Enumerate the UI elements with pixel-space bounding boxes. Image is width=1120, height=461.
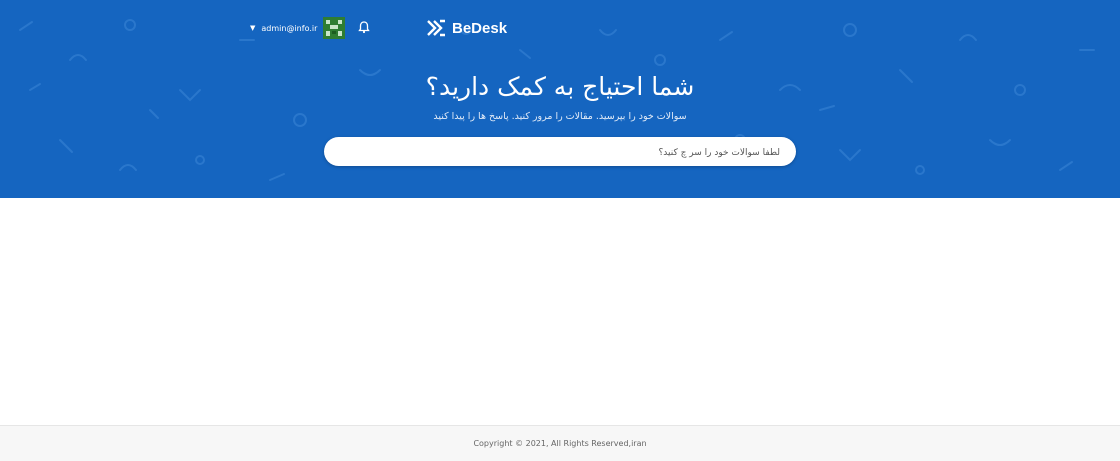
logo-icon <box>427 19 445 37</box>
hero-banner: ▼ admin@info.ir BeDesk شما احتیاج به کمک… <box>0 0 1120 198</box>
page-title: شما احتیاج به کمک دارید؟ <box>425 72 695 101</box>
search-input[interactable] <box>348 137 782 168</box>
user-menu[interactable]: ▼ admin@info.ir <box>250 16 346 40</box>
caret-down-icon[interactable]: ▼ <box>250 24 255 32</box>
search-box[interactable] <box>324 137 796 168</box>
avatar-pattern-icon <box>323 17 346 39</box>
logo-text: BeDesk <box>452 19 508 37</box>
user-email[interactable]: admin@info.ir <box>261 24 317 33</box>
top-navbar: ▼ admin@info.ir BeDesk <box>0 14 1120 42</box>
footer: Copyright © 2021, All Rights Reserved,ir… <box>0 425 1120 461</box>
logo[interactable]: BeDesk <box>426 17 507 39</box>
avatar[interactable] <box>323 17 346 39</box>
copyright-text: Copyright © 2021, All Rights Reserved,ir… <box>473 439 647 448</box>
bell-icon[interactable] <box>357 20 371 34</box>
page-subtitle: سوالات خود را بپرسید. مقالات را مرور کنی… <box>433 111 687 122</box>
